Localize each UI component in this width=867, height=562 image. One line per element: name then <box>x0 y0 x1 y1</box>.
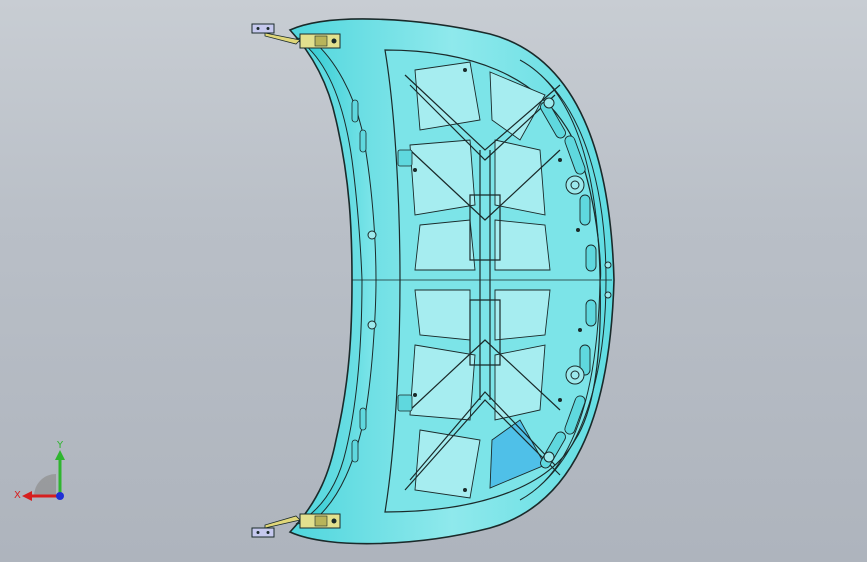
y-axis-label: Y <box>56 440 64 451</box>
triad-plane-shade <box>34 474 56 496</box>
y-axis-arrow-icon <box>55 450 65 460</box>
hood-model[interactable] <box>288 18 615 545</box>
z-axis-dot-icon <box>56 492 64 500</box>
graphics-viewport[interactable] <box>0 0 867 562</box>
x-axis-label: X <box>14 490 21 501</box>
x-axis-arrow-icon <box>22 491 32 501</box>
reference-triad[interactable]: Y X <box>12 440 76 510</box>
